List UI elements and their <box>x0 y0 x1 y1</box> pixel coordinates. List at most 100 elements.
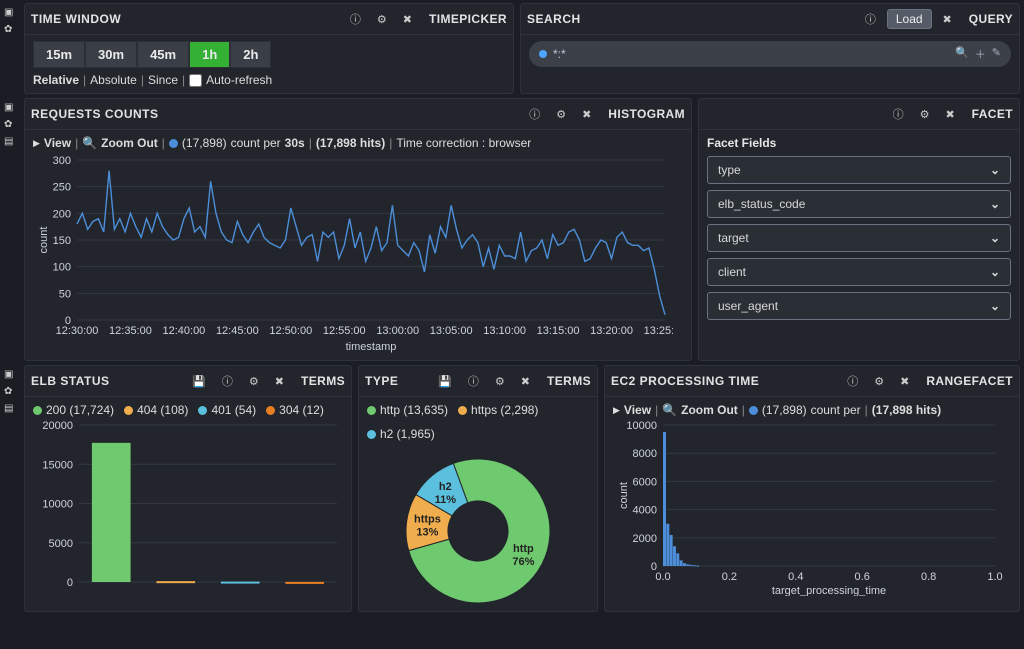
row-expand-icon[interactable]: ▣ <box>4 7 18 18</box>
edit-icon[interactable]: ✎ <box>992 46 1001 62</box>
time-btn-1h[interactable]: 1h <box>189 41 230 68</box>
info-icon[interactable]: ⓘ <box>888 103 909 125</box>
svg-text:12:30:00: 12:30:00 <box>56 325 99 337</box>
legend-item[interactable]: h2 (1,965) <box>367 427 435 441</box>
svg-text:13:15:00: 13:15:00 <box>537 325 580 337</box>
row-expand-icon[interactable]: ▣ <box>4 102 18 113</box>
facet-label: elb_status_code <box>718 197 805 211</box>
svg-text:15000: 15000 <box>42 459 73 471</box>
save-icon[interactable]: 💾 <box>187 372 211 391</box>
row-expand-icon[interactable]: ▣ <box>4 369 18 380</box>
gear-icon[interactable]: ⚙ <box>244 372 264 391</box>
close-icon[interactable]: ✖ <box>895 372 914 391</box>
svg-text:count: count <box>38 227 50 254</box>
elb-bar-chart: 05000100001500020000 <box>33 421 343 596</box>
search-input[interactable]: *:* 🔍 ＋ ✎ <box>529 41 1011 67</box>
panel-badge: TERMS <box>295 374 345 388</box>
count-per-label: count per <box>811 403 861 417</box>
svg-text:150: 150 <box>53 235 71 247</box>
facet-label: target <box>718 231 749 245</box>
gear-icon[interactable]: ⚙ <box>869 372 889 391</box>
row-move-icon[interactable]: ▤ <box>4 403 18 414</box>
caret-icon[interactable]: ▶ <box>613 405 620 416</box>
row-settings-icon[interactable]: ✿ <box>4 386 18 397</box>
load-button[interactable]: Load <box>887 9 932 29</box>
gear-icon[interactable]: ⚙ <box>915 105 935 124</box>
close-icon[interactable]: ✖ <box>516 372 535 391</box>
legend-item[interactable]: http (13,635) <box>367 403 448 417</box>
facet-row-client[interactable]: client ⌄ <box>707 258 1011 286</box>
legend-item[interactable]: 200 (17,724) <box>33 403 114 417</box>
svg-text:12:45:00: 12:45:00 <box>216 325 259 337</box>
gear-icon[interactable]: ⚙ <box>490 372 510 391</box>
svg-text:5000: 5000 <box>49 538 73 550</box>
row-move-icon[interactable]: ▤ <box>4 136 18 147</box>
chevron-down-icon: ⌄ <box>990 197 1000 211</box>
caret-icon[interactable]: ▶ <box>33 138 40 149</box>
info-icon[interactable]: ⓘ <box>524 103 545 125</box>
chevron-down-icon: ⌄ <box>990 265 1000 279</box>
close-icon[interactable]: ✖ <box>938 10 957 29</box>
svg-text:76%: 76% <box>512 556 534 568</box>
zoom-link[interactable]: Zoom Out <box>681 403 738 417</box>
close-icon[interactable]: ✖ <box>398 10 417 29</box>
time-btn-2h[interactable]: 2h <box>230 41 271 68</box>
query-color-dot <box>539 50 547 58</box>
facet-row-type[interactable]: type⌄ <box>707 156 1011 184</box>
view-link[interactable]: View <box>624 403 651 417</box>
info-icon[interactable]: ⓘ <box>463 370 484 392</box>
close-icon[interactable]: ✖ <box>577 105 596 124</box>
search-title: SEARCH <box>527 12 581 26</box>
zoom-icon[interactable]: 🔍 <box>82 136 97 150</box>
auto-refresh-checkbox[interactable] <box>189 74 202 87</box>
zoom-icon[interactable]: 🔍 <box>662 403 677 417</box>
svg-text:0.0: 0.0 <box>655 571 670 583</box>
query-text: *:* <box>553 47 949 61</box>
panel-badge: TERMS <box>541 374 591 388</box>
time-btn-15m[interactable]: 15m <box>33 41 85 68</box>
facet-row-target[interactable]: target⌄ <box>707 224 1011 252</box>
time-btn-30m[interactable]: 30m <box>85 41 137 68</box>
elb-title: ELB STATUS <box>31 374 110 388</box>
svg-text:0.2: 0.2 <box>722 571 737 583</box>
info-icon[interactable]: ⓘ <box>345 8 366 30</box>
svg-text:250: 250 <box>53 182 71 194</box>
mode-relative[interactable]: Relative <box>33 73 79 87</box>
info-icon[interactable]: ⓘ <box>217 370 238 392</box>
time-range-buttons: 15m 30m 45m 1h 2h <box>33 41 505 68</box>
facet-row-elb_status_code[interactable]: elb_status_code ⌄ <box>707 190 1011 218</box>
gear-icon[interactable]: ⚙ <box>372 10 392 29</box>
series-color-dot <box>169 139 178 148</box>
svg-text:2000: 2000 <box>633 533 657 545</box>
facet-label: client <box>718 265 746 279</box>
svg-text:12:50:00: 12:50:00 <box>269 325 312 337</box>
svg-text:12:40:00: 12:40:00 <box>162 325 205 337</box>
ec2-bar-chart: 02000400060008000100000.00.20.40.60.81.0… <box>613 421 1003 596</box>
gear-icon[interactable]: ⚙ <box>551 105 571 124</box>
facet-row-user_agent[interactable]: user_agent⌄ <box>707 292 1011 320</box>
legend-item[interactable]: 404 (108) <box>124 403 188 417</box>
info-icon[interactable]: ⓘ <box>842 370 863 392</box>
close-icon[interactable]: ✖ <box>270 372 289 391</box>
search-icon[interactable]: 🔍 <box>955 46 969 62</box>
row-settings-icon[interactable]: ✿ <box>4 119 18 130</box>
view-link[interactable]: View <box>44 136 71 150</box>
legend-item[interactable]: 304 (12) <box>266 403 324 417</box>
row-settings-icon[interactable]: ✿ <box>4 24 18 35</box>
close-icon[interactable]: ✖ <box>940 105 959 124</box>
legend-item[interactable]: 401 (54) <box>198 403 256 417</box>
zoom-link[interactable]: Zoom Out <box>101 136 158 150</box>
svg-text:13:20:00: 13:20:00 <box>590 325 633 337</box>
panel-badge: RANGEFACET <box>920 374 1013 388</box>
legend-item[interactable]: https (2,298) <box>458 403 538 417</box>
mode-since[interactable]: Since <box>148 73 178 87</box>
count-per-label: count per <box>231 136 281 150</box>
panel-badge: FACET <box>966 107 1013 121</box>
time-btn-45m[interactable]: 45m <box>137 41 189 68</box>
save-icon[interactable]: 💾 <box>433 372 457 391</box>
svg-text:https: https <box>414 514 441 526</box>
add-icon[interactable]: ＋ <box>975 46 986 62</box>
info-icon[interactable]: ⓘ <box>860 8 881 30</box>
svg-text:11%: 11% <box>435 494 457 506</box>
mode-absolute[interactable]: Absolute <box>90 73 137 87</box>
